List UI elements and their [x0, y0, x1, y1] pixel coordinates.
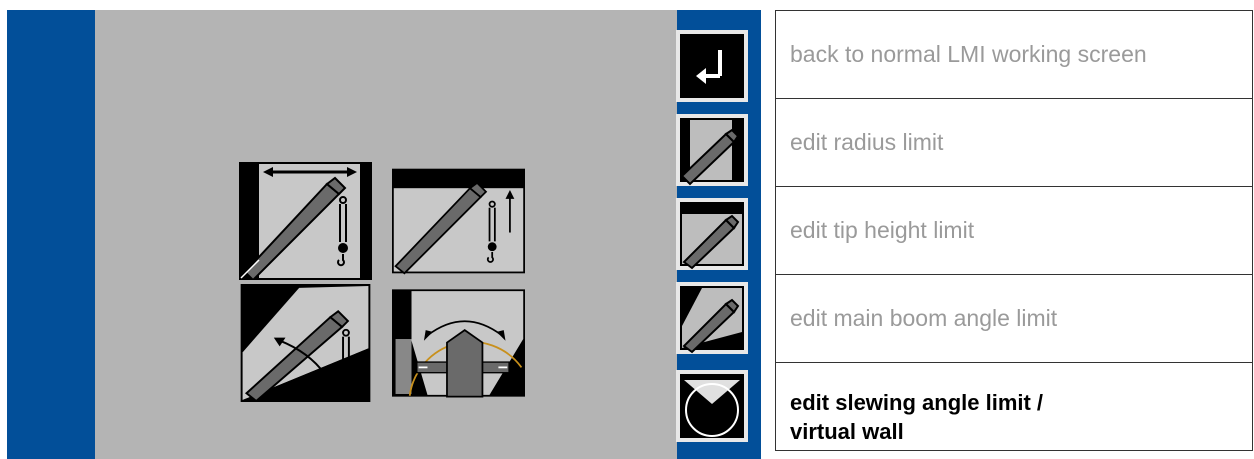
- legend-row-radius: edit radius limit: [775, 99, 1253, 187]
- legend-label: edit radius limit: [790, 129, 944, 155]
- legend-row-tip-height: edit tip height limit: [775, 187, 1253, 275]
- enter-return-button[interactable]: [676, 30, 748, 102]
- slewing-angle-limit-tile[interactable]: [392, 284, 525, 402]
- legend-row-slewing: edit slewing angle limit / virtual wall: [775, 363, 1253, 451]
- lmi-display: [7, 10, 761, 459]
- legend-label: edit main boom angle limit: [790, 305, 1058, 331]
- legend-row-return: back to normal LMI working screen: [775, 11, 1253, 99]
- hook-block-icon: [338, 243, 348, 253]
- left-panel-bar: [7, 10, 95, 459]
- tip-height-limit-button[interactable]: [676, 198, 748, 270]
- boom-angle-limit-tile[interactable]: [239, 284, 372, 402]
- legend-label: back to normal LMI working screen: [790, 41, 1147, 67]
- legend-table: back to normal LMI working screen edit r…: [775, 10, 1253, 451]
- radius-limit-tile[interactable]: [239, 162, 372, 280]
- slewing-angle-limit-button[interactable]: [676, 370, 748, 442]
- crane-carrier-icon: [446, 329, 484, 398]
- boom-angle-limit-button[interactable]: [676, 282, 748, 354]
- tip-height-limit-tile[interactable]: [392, 162, 525, 280]
- virtual-wall-icon: [395, 339, 412, 394]
- limit-selection-area: [95, 10, 677, 459]
- legend-label: edit tip height limit: [790, 217, 975, 243]
- legend-label: edit slewing angle limit / virtual wall: [790, 390, 1044, 444]
- radius-limit-button[interactable]: [676, 114, 748, 186]
- legend-row-boom-angle: edit main boom angle limit: [775, 275, 1253, 363]
